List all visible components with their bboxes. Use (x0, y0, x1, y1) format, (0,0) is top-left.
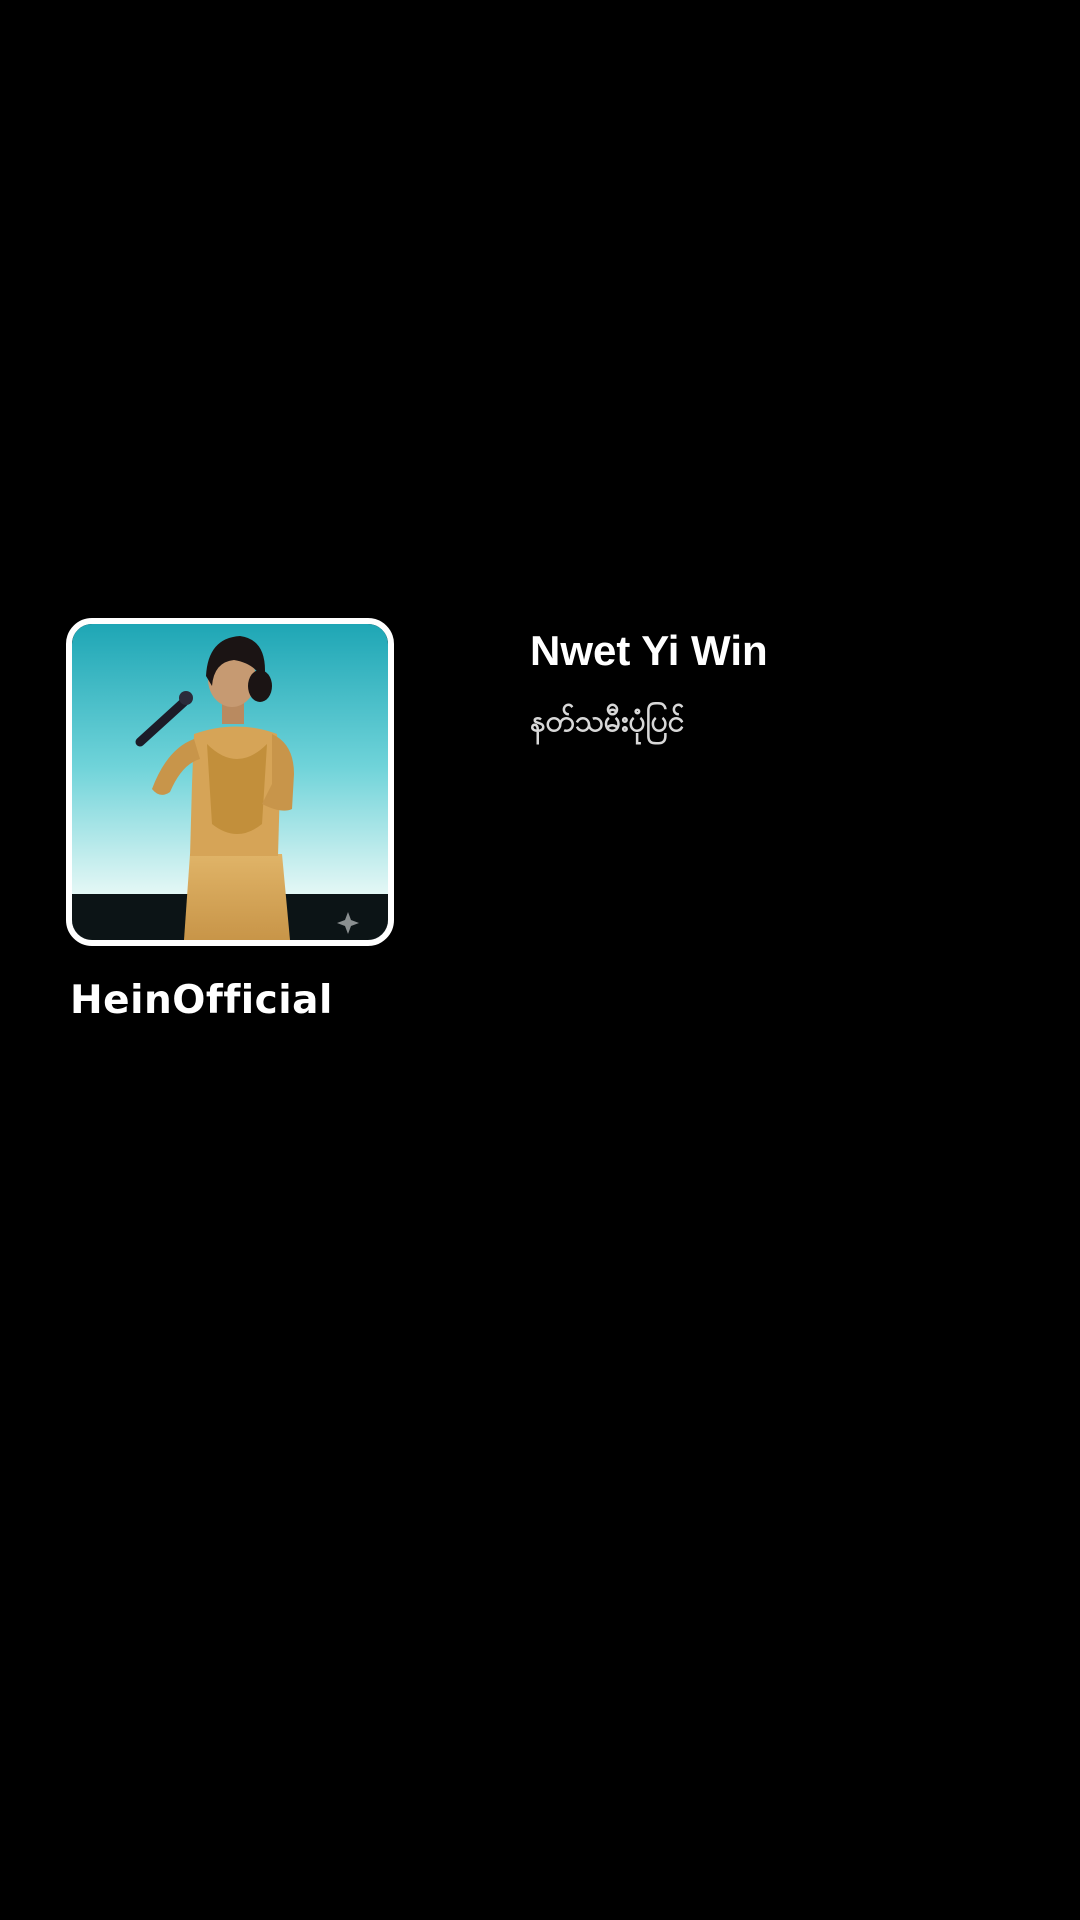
singer-performance-image (72, 624, 388, 940)
album-cover[interactable] (66, 618, 394, 946)
song-subtitle: နတ်သမီးပုံပြင် (530, 704, 685, 739)
song-title: Nwet Yi Win (530, 627, 768, 674)
channel-name[interactable]: HeinOfficial (70, 979, 333, 1023)
